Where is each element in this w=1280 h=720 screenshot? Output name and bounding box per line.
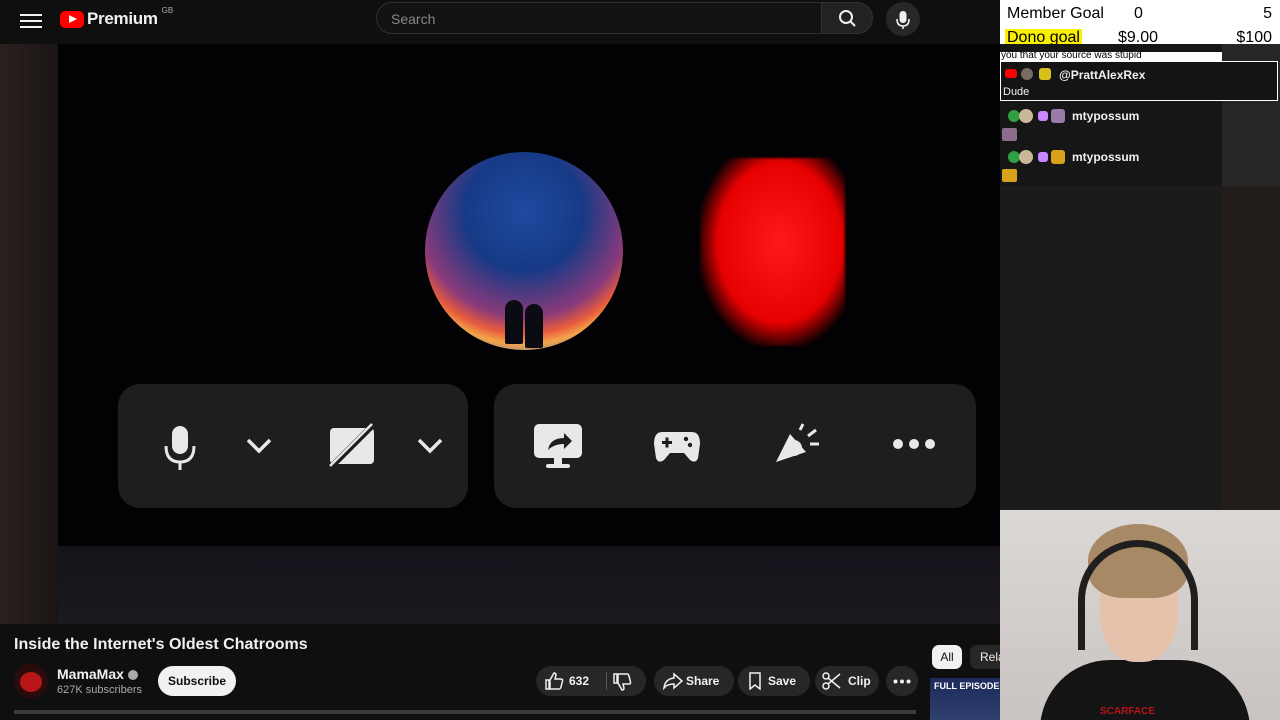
chevron-down-icon <box>246 438 272 454</box>
dislike-icon[interactable] <box>612 673 632 691</box>
video-bottom-strip <box>58 546 1000 624</box>
filter-chip-related[interactable]: Rela <box>970 645 1000 669</box>
user-avatar-icon <box>1019 150 1033 164</box>
camera-off-icon <box>329 421 377 469</box>
verified-icon <box>127 670 138 680</box>
search-input[interactable] <box>389 10 793 28</box>
clip-label: Clip <box>848 674 871 688</box>
chat-message-text: Dude <box>1003 86 1030 98</box>
moderator-badge-icon <box>1039 68 1051 80</box>
menu-icon[interactable] <box>20 10 42 32</box>
emote-icon <box>1002 169 1017 182</box>
emote-badge-icon <box>1051 150 1065 164</box>
member-goal-label: Member Goal <box>1007 5 1104 22</box>
more-options-icon <box>893 439 935 449</box>
save-button[interactable]: Save <box>738 666 810 696</box>
masthead: Premium GB <box>0 0 1000 44</box>
channel-avatar[interactable] <box>14 664 48 698</box>
chat-username: @PrattAlexRex <box>1059 68 1146 82</box>
call-avatar-image <box>425 152 623 350</box>
chevron-down-icon <box>417 438 443 454</box>
call-controls-center <box>494 384 976 508</box>
gift-badge-icon <box>1038 111 1048 121</box>
channel-name[interactable]: MamaMax <box>57 666 124 682</box>
video-player[interactable] <box>0 44 1000 624</box>
scissors-icon <box>822 672 841 690</box>
share-label: Share <box>686 674 720 688</box>
divider <box>606 672 607 690</box>
share-button[interactable]: Share <box>654 666 734 696</box>
overlay-background-right <box>1222 186 1280 510</box>
like-dislike-group: 632 <box>536 666 646 696</box>
youtube-play-icon <box>60 10 84 28</box>
logo-text: Premium <box>87 9 158 28</box>
microphone-icon <box>896 11 910 29</box>
chat-username: mtypossum <box>1072 150 1140 164</box>
more-horizontal-icon <box>893 679 911 684</box>
screen-share-icon <box>534 424 582 468</box>
youtube-badge-icon <box>1005 69 1017 78</box>
clip-button[interactable]: Clip <box>815 666 879 696</box>
voice-search-button[interactable] <box>886 2 920 36</box>
chat-message-highlighted: @PrattAlexRex Dude <box>1000 61 1278 101</box>
chat-cutoff-text: you that your source was stupid <box>1001 52 1142 61</box>
video-title: Inside the Internet's Oldest Chatrooms <box>14 636 308 653</box>
microphone-icon <box>164 426 196 470</box>
member-goal-row: Member Goal 0 5 <box>1000 2 1280 26</box>
call-controls-left <box>118 384 468 508</box>
bookmark-icon <box>749 672 761 690</box>
headphones-icon <box>1078 540 1198 650</box>
subscribe-button[interactable]: Subscribe <box>158 666 236 696</box>
chat-message: mtypossum <box>1000 104 1222 144</box>
share-icon <box>663 672 684 690</box>
like-icon[interactable] <box>544 672 564 690</box>
save-label: Save <box>768 674 797 688</box>
thumbnail-text: FULL EPISODE! <box>934 681 1000 691</box>
search-box[interactable] <box>376 2 822 34</box>
video-left-edge <box>0 44 58 624</box>
recommended-thumbnail[interactable]: FULL EPISODE! <box>930 678 1000 720</box>
filter-chip-all[interactable]: All <box>932 645 962 669</box>
chat-username: mtypossum <box>1072 109 1140 123</box>
red-pixelated-avatar <box>700 158 845 346</box>
game-controller-icon <box>654 432 700 462</box>
member-goal-current: 0 <box>1134 5 1143 22</box>
logo-region: GB <box>161 5 174 15</box>
user-avatar-icon <box>1021 68 1033 80</box>
like-count[interactable]: 632 <box>569 666 589 696</box>
webcam-feed: SCARFACE <box>1000 510 1280 720</box>
gift-badge-icon <box>1038 152 1048 162</box>
user-avatar-icon <box>1019 109 1033 123</box>
member-goal-target: 5 <box>1263 5 1272 22</box>
video-progress-bar[interactable] <box>14 710 916 714</box>
channel-name-row[interactable]: MamaMax <box>57 666 138 682</box>
more-actions-button[interactable] <box>886 666 918 696</box>
emote-icon <box>1002 128 1017 141</box>
emote-badge-icon <box>1051 109 1065 123</box>
search-button[interactable] <box>821 2 873 34</box>
search-icon <box>839 10 856 27</box>
chat-message: mtypossum <box>1000 145 1222 185</box>
shirt-text: SCARFACE <box>1100 706 1156 717</box>
soundboard-icon <box>776 423 819 462</box>
youtube-premium-logo[interactable]: Premium GB <box>60 5 174 29</box>
subscriber-count: 627K subscribers <box>57 684 142 696</box>
